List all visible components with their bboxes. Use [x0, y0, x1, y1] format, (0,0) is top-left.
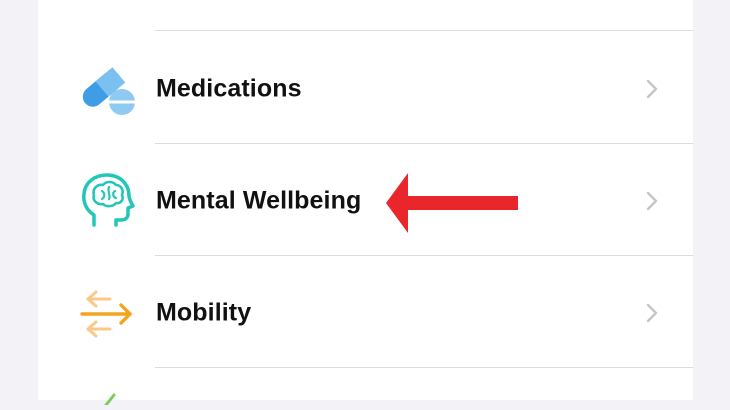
- list-item-mental-wellbeing[interactable]: Mental Wellbeing: [38, 145, 693, 257]
- brain-head-icon: [76, 171, 136, 231]
- row-separator: [155, 143, 693, 144]
- medications-label: Medications: [156, 74, 302, 103]
- mobility-label: Mobility: [156, 298, 252, 327]
- pills-icon: [76, 59, 136, 119]
- mental-wellbeing-label: Mental Wellbeing: [156, 186, 362, 215]
- list-item-medications[interactable]: Medications: [38, 33, 693, 145]
- row-separator: [155, 367, 693, 368]
- chevron-right-icon: [645, 190, 659, 212]
- chevron-right-icon: [645, 302, 659, 324]
- red-arrow-annotation: [384, 171, 520, 235]
- mobility-arrows-icon: [76, 283, 136, 343]
- next-item-icon-partial: [100, 392, 124, 407]
- chevron-right-icon: [645, 78, 659, 100]
- health-categories-list: Medications Mental Wellbeing Mobility: [38, 0, 693, 407]
- list-item-mobility[interactable]: Mobility: [38, 257, 693, 369]
- row-separator: [155, 255, 693, 256]
- row-separator: [155, 30, 693, 31]
